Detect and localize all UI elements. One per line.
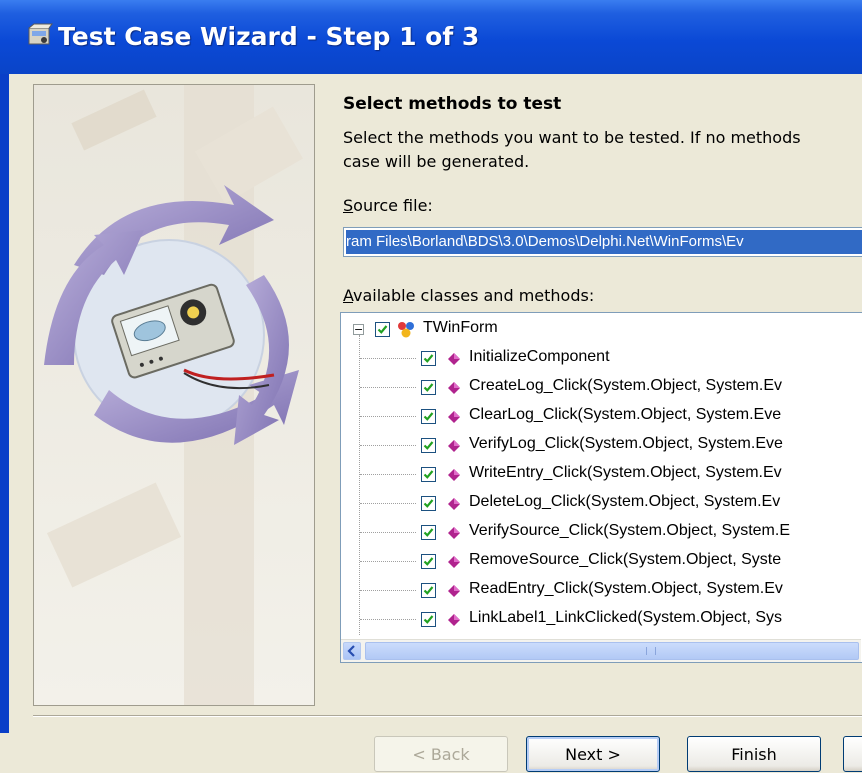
method-row[interactable]: CreateLog_Click(System.Object, System.Ev [341, 373, 861, 403]
method-row[interactable]: DeleteLog_Click(System.Object, System.Ev [341, 489, 861, 519]
method-row[interactable]: LinkLabel1_LinkClicked(System.Object, Sy… [341, 605, 861, 635]
method-checkbox[interactable] [421, 525, 436, 540]
method-row[interactable]: VerifySource_Click(System.Object, System… [341, 518, 861, 548]
method-label: CreateLog_Click(System.Object, System.Ev [469, 377, 782, 394]
chevron-left-icon [347, 645, 355, 657]
cancel-button-partial[interactable] [843, 736, 862, 772]
source-file-field[interactable]: ram Files\Borland\BDS\3.0\Demos\Delphi.N… [343, 227, 862, 257]
tree-line-horizontal [360, 387, 416, 388]
method-row[interactable]: VerifyLog_Click(System.Object, System.Ev… [341, 431, 861, 461]
available-methods-label-text: vailable classes and methods: [353, 286, 595, 305]
tree-line-horizontal [360, 561, 416, 562]
method-icon [448, 527, 460, 539]
tree-line-horizontal [360, 590, 416, 591]
method-checkbox[interactable] [421, 554, 436, 569]
checkmark-icon [377, 325, 388, 334]
method-checkbox[interactable] [421, 438, 436, 453]
tree-line-horizontal [360, 532, 416, 533]
tree-root-label: TWinForm [423, 319, 498, 336]
checkmark-icon [423, 354, 434, 363]
checkmark-icon [423, 383, 434, 392]
tree-line-horizontal [360, 503, 416, 504]
method-icon [448, 382, 460, 394]
method-icon [448, 440, 460, 452]
method-label: WriteEntry_Click(System.Object, System.E… [469, 464, 782, 481]
scroll-grip [646, 647, 656, 655]
checkmark-icon [423, 441, 434, 450]
methods-tree[interactable]: − TWinForm InitializeComponent CreateLog_… [340, 312, 862, 663]
method-row[interactable]: RemoveSource_Click(System.Object, Syste [341, 547, 861, 577]
tree-line-horizontal [360, 445, 416, 446]
method-icon [448, 353, 460, 365]
checkmark-icon [423, 499, 434, 508]
wizard-client-area: Select methods to test Select the method… [9, 74, 862, 772]
checkmark-icon [423, 470, 434, 479]
checkmark-icon [423, 615, 434, 624]
method-label: ClearLog_Click(System.Object, System.Eve [469, 406, 782, 423]
source-file-label-text: ource file: [353, 196, 433, 215]
method-label: LinkLabel1_LinkClicked(System.Object, Sy… [469, 609, 783, 626]
tree-line-horizontal [360, 474, 416, 475]
wizard-app-icon [28, 23, 53, 45]
method-checkbox[interactable] [421, 351, 436, 366]
finish-button[interactable]: Finish [687, 736, 821, 772]
checkmark-icon [423, 412, 434, 421]
method-label: RemoveSource_Click(System.Object, Syste [469, 551, 782, 568]
method-row[interactable]: ReadEntry_Click(System.Object, System.Ev [341, 576, 861, 606]
source-file-label: Source file: [343, 196, 433, 215]
class-icon [398, 322, 414, 338]
wizard-window: Test Case Wizard - Step 1 of 3 Select me… [0, 0, 862, 772]
method-row[interactable]: ClearLog_Click(System.Object, System.Eve [341, 402, 861, 432]
method-checkbox[interactable] [421, 496, 436, 511]
method-icon [448, 614, 460, 626]
collapse-toggle[interactable]: − [353, 324, 364, 335]
method-label: DeleteLog_Click(System.Object, System.Ev [469, 493, 781, 510]
method-row[interactable]: WriteEntry_Click(System.Object, System.E… [341, 460, 861, 490]
page-description: Select the methods you want to be tested… [343, 128, 801, 171]
scroll-left-button[interactable] [343, 642, 361, 660]
method-label: VerifyLog_Click(System.Object, System.Ev… [469, 435, 783, 452]
checkmark-icon [423, 528, 434, 537]
tree-root-row[interactable]: − TWinForm [341, 315, 861, 345]
method-row[interactable]: InitializeComponent [341, 344, 861, 374]
method-label: ReadEntry_Click(System.Object, System.Ev [469, 580, 783, 597]
checkmark-icon [423, 557, 434, 566]
method-checkbox[interactable] [421, 612, 436, 627]
back-button[interactable]: < Back [374, 736, 508, 772]
source-file-value: ram Files\Borland\BDS\3.0\Demos\Delphi.N… [346, 230, 862, 254]
page-heading: Select methods to test [343, 94, 562, 114]
tree-line-horizontal [360, 358, 416, 359]
method-checkbox[interactable] [421, 583, 436, 598]
method-icon [448, 556, 460, 568]
tree-line-horizontal [360, 416, 416, 417]
root-checkbox[interactable] [375, 322, 390, 337]
horizontal-scrollbar[interactable] [341, 639, 861, 662]
method-icon [448, 498, 460, 510]
method-checkbox[interactable] [421, 409, 436, 424]
method-checkbox[interactable] [421, 380, 436, 395]
checkmark-icon [423, 586, 434, 595]
tree-line-horizontal [360, 619, 416, 620]
title-bar[interactable]: Test Case Wizard - Step 1 of 3 [0, 0, 862, 74]
available-methods-label: Available classes and methods: [343, 286, 594, 305]
method-label: VerifySource_Click(System.Object, System… [469, 522, 790, 539]
window-title: Test Case Wizard - Step 1 of 3 [58, 22, 480, 51]
method-icon [448, 585, 460, 597]
method-icon [448, 411, 460, 423]
wizard-illustration [33, 84, 315, 706]
button-separator [33, 715, 862, 717]
method-label: InitializeComponent [469, 348, 610, 365]
available-methods-label-accel: A [343, 286, 354, 305]
method-checkbox[interactable] [421, 467, 436, 482]
next-button[interactable]: Next > [526, 736, 660, 772]
scroll-thumb[interactable] [365, 642, 859, 660]
source-file-label-accel: S [343, 196, 354, 215]
method-icon [448, 469, 460, 481]
